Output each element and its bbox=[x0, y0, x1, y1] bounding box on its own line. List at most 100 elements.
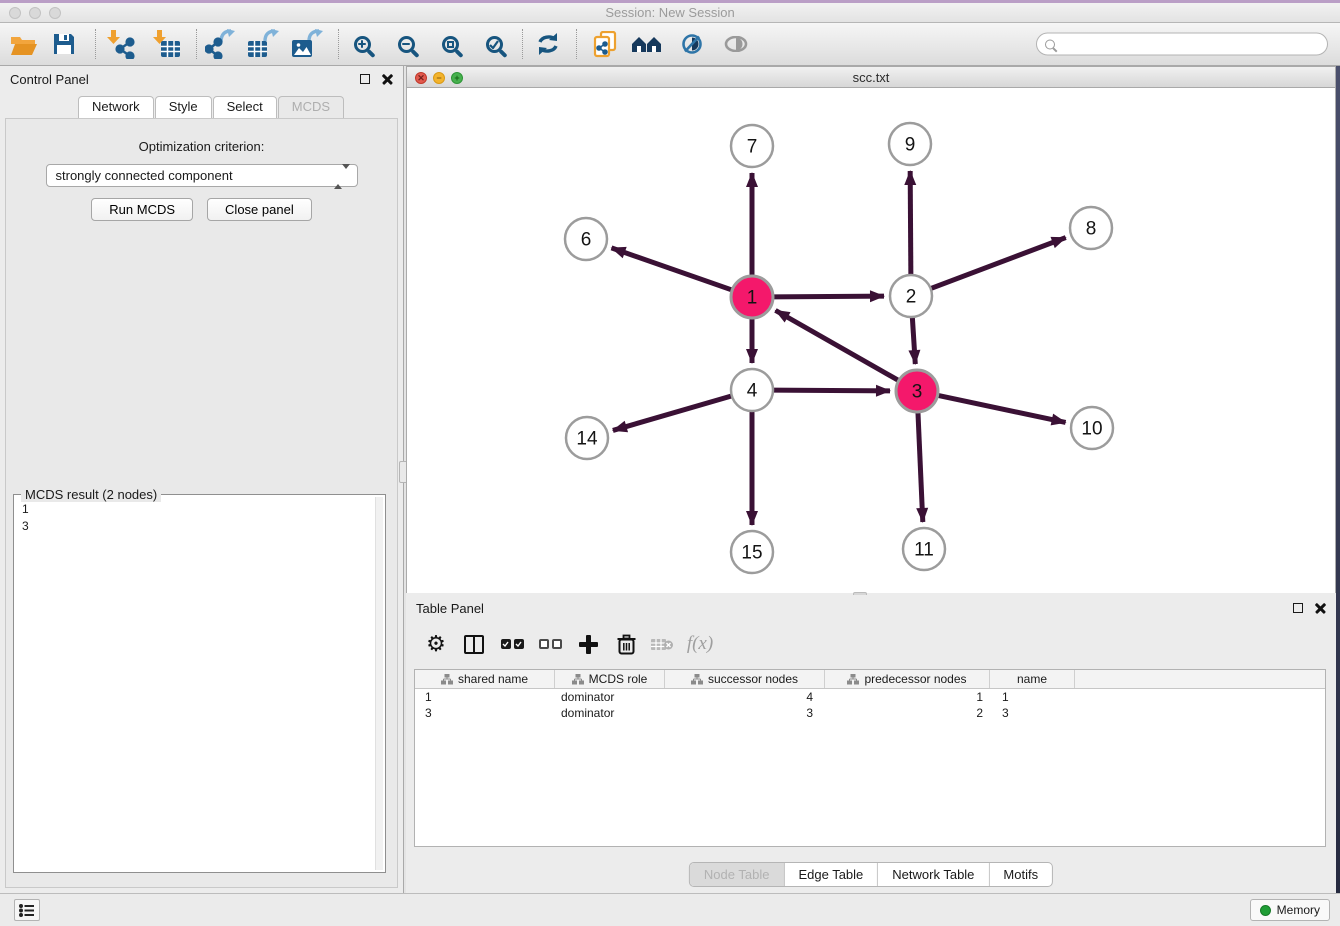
table-cell[interactable]: 1 bbox=[415, 689, 555, 705]
show-columns-icon[interactable] bbox=[458, 628, 490, 660]
open-session-icon[interactable] bbox=[7, 27, 41, 61]
float-table-panel-icon[interactable] bbox=[1293, 603, 1303, 613]
toolbar-separator bbox=[196, 29, 197, 59]
table-cell[interactable]: 1 bbox=[990, 689, 1075, 705]
column-header-mcds-role[interactable]: MCDS role bbox=[555, 670, 665, 688]
memory-button[interactable]: Memory bbox=[1250, 899, 1330, 921]
show-graphics-details-icon[interactable] bbox=[719, 27, 753, 61]
import-table-icon[interactable] bbox=[149, 27, 183, 61]
graph-node-7[interactable]: 7 bbox=[731, 125, 773, 167]
zoom-out-icon[interactable] bbox=[389, 27, 423, 61]
table-cell[interactable]: dominator bbox=[555, 705, 665, 721]
close-table-panel-icon[interactable] bbox=[1315, 603, 1326, 614]
table-cell[interactable]: dominator bbox=[555, 689, 665, 705]
graph-node-6[interactable]: 6 bbox=[565, 218, 607, 260]
table-row[interactable]: 3dominator323 bbox=[415, 705, 1325, 721]
zoom-in-icon[interactable] bbox=[345, 27, 379, 61]
hide-style-icon[interactable] bbox=[675, 27, 709, 61]
graph-edge-3-11[interactable] bbox=[918, 412, 923, 522]
zoom-selected-icon[interactable] bbox=[477, 27, 511, 61]
close-panel-button[interactable]: Close panel bbox=[207, 198, 312, 221]
graph-node-9[interactable]: 9 bbox=[889, 123, 931, 165]
table-cell[interactable]: 3 bbox=[665, 705, 825, 721]
column-header-shared-name[interactable]: shared name bbox=[415, 670, 555, 688]
graph-edge-2-9[interactable] bbox=[910, 171, 911, 275]
graph-edge-1-6[interactable] bbox=[611, 248, 732, 290]
table-cell[interactable]: 3 bbox=[990, 705, 1075, 721]
save-session-icon[interactable] bbox=[47, 27, 81, 61]
toolbar-separator bbox=[522, 29, 523, 59]
graph-node-14[interactable]: 14 bbox=[566, 417, 608, 459]
deselect-all-columns-icon[interactable] bbox=[534, 628, 566, 660]
mcds-buttons-row: Run MCDS Close panel bbox=[6, 198, 397, 221]
graph-edge-4-3[interactable] bbox=[773, 390, 890, 391]
network-graph[interactable]: 7 9 6 8 1 2 4 3 14 10 15 11 bbox=[407, 88, 1335, 592]
tab-style[interactable]: Style bbox=[155, 96, 212, 118]
graph-node-4[interactable]: 4 bbox=[731, 369, 773, 411]
column-header-successor-nodes[interactable]: successor nodes bbox=[665, 670, 825, 688]
select-stepper-icon bbox=[334, 169, 350, 184]
table-cell[interactable]: 2 bbox=[825, 705, 990, 721]
graph-edge-2-8[interactable] bbox=[931, 238, 1066, 289]
refresh-layout-icon[interactable] bbox=[531, 27, 565, 61]
hierarchy-icon bbox=[847, 674, 859, 685]
desktop-edge bbox=[1336, 66, 1340, 893]
task-history-button[interactable] bbox=[14, 899, 40, 921]
graph-edge-3-10[interactable] bbox=[938, 395, 1066, 422]
clone-network-icon[interactable] bbox=[588, 27, 622, 61]
graph-node-8[interactable]: 8 bbox=[1070, 207, 1112, 249]
export-network-icon[interactable] bbox=[203, 27, 237, 61]
tab-network[interactable]: Network bbox=[78, 96, 154, 118]
export-image-glyph bbox=[291, 29, 323, 59]
graph-edge-3-1[interactable] bbox=[775, 310, 898, 380]
mcds-result-text[interactable]: 1 3 bbox=[17, 498, 374, 869]
graph-edge-4-14[interactable] bbox=[613, 396, 732, 431]
table-cell[interactable]: 3 bbox=[415, 705, 555, 721]
graph-node-15[interactable]: 15 bbox=[731, 531, 773, 573]
result-scrollbar[interactable] bbox=[375, 497, 383, 870]
close-panel-icon[interactable] bbox=[382, 74, 393, 85]
zoom-fit-icon[interactable] bbox=[433, 27, 467, 61]
tab-mcds[interactable]: MCDS bbox=[278, 96, 344, 118]
search-box[interactable] bbox=[1036, 33, 1328, 56]
export-table-icon[interactable] bbox=[246, 27, 280, 61]
tab-motifs[interactable]: Motifs bbox=[989, 863, 1052, 886]
mcds-result-box: MCDS result (2 nodes) 1 3 bbox=[13, 494, 386, 873]
tab-network-table[interactable]: Network Table bbox=[878, 863, 989, 886]
column-label: successor nodes bbox=[708, 672, 798, 686]
graph-node-10[interactable]: 10 bbox=[1071, 407, 1113, 449]
tab-select[interactable]: Select bbox=[213, 96, 277, 118]
delete-table-icon[interactable] bbox=[646, 628, 678, 660]
tab-node-table[interactable]: Node Table bbox=[690, 863, 785, 886]
graph-edge-1-2[interactable] bbox=[773, 296, 884, 297]
column-header-predecessor-nodes[interactable]: predecessor nodes bbox=[825, 670, 990, 688]
delete-columns-icon[interactable] bbox=[610, 628, 642, 660]
table-row[interactable]: 1dominator411 bbox=[415, 689, 1325, 705]
graph-node-label: 6 bbox=[581, 230, 592, 251]
export-image-icon[interactable] bbox=[290, 27, 324, 61]
float-panel-icon[interactable] bbox=[360, 74, 370, 84]
select-all-columns-icon[interactable] bbox=[496, 628, 528, 660]
table-settings-icon[interactable]: ⚙ bbox=[420, 628, 452, 660]
fx-label: f(x) bbox=[687, 633, 713, 655]
network-canvas[interactable]: 7 9 6 8 1 2 4 3 14 10 15 11 bbox=[406, 88, 1336, 593]
graph-node-label: 3 bbox=[912, 382, 923, 403]
run-mcds-button[interactable]: Run MCDS bbox=[91, 198, 193, 221]
table-cell[interactable]: 1 bbox=[825, 689, 990, 705]
function-builder-icon[interactable]: f(x) bbox=[684, 628, 716, 660]
graph-node-1[interactable]: 1 bbox=[731, 276, 773, 318]
graph-node-label: 1 bbox=[747, 288, 758, 309]
toolbar-separator bbox=[576, 29, 577, 59]
show-all-networks-icon[interactable] bbox=[630, 27, 664, 61]
graph-node-11[interactable]: 11 bbox=[903, 528, 945, 570]
graph-node-3[interactable]: 3 bbox=[896, 370, 938, 412]
graph-edge-2-3[interactable] bbox=[912, 317, 915, 364]
import-network-icon[interactable] bbox=[103, 27, 137, 61]
graph-node-2[interactable]: 2 bbox=[890, 275, 932, 317]
create-column-icon[interactable] bbox=[572, 628, 604, 660]
criterion-select[interactable]: strongly connected component bbox=[46, 164, 358, 187]
column-header-name[interactable]: name bbox=[990, 670, 1075, 688]
table-cell[interactable]: 4 bbox=[665, 689, 825, 705]
search-input[interactable] bbox=[1055, 35, 1327, 53]
tab-edge-table[interactable]: Edge Table bbox=[784, 863, 878, 886]
